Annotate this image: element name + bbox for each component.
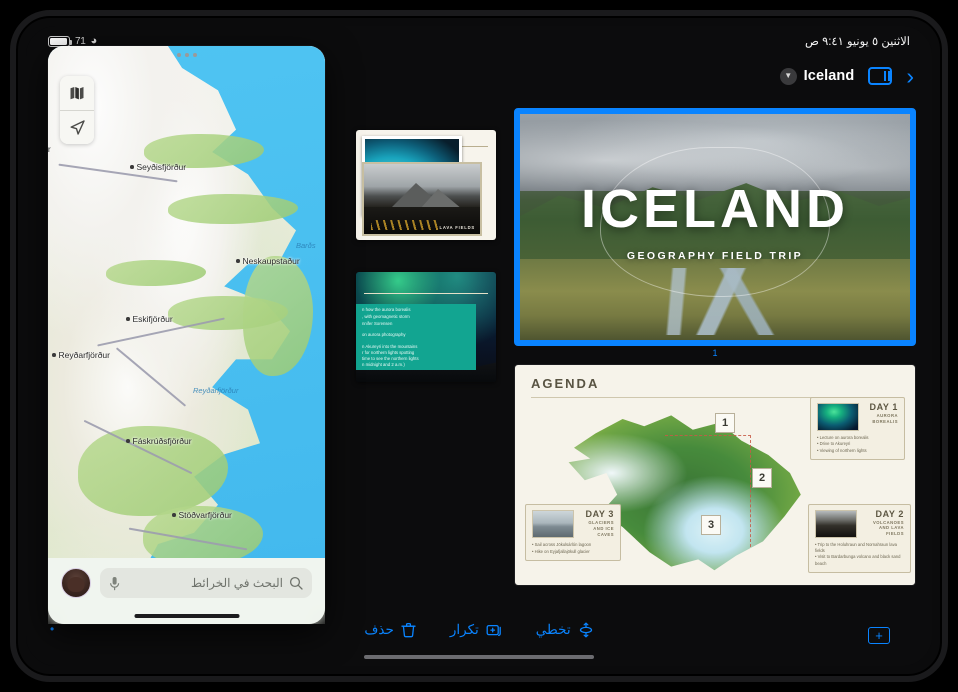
card-day-label: DAY 3 bbox=[585, 509, 614, 520]
duplicate-slide-icon bbox=[486, 624, 501, 637]
map-place-label: Neskaupstaður bbox=[236, 256, 300, 266]
card-bullet: • Visit to Bardarbunga volcano and black… bbox=[815, 554, 901, 566]
glacier-thumbnail bbox=[532, 510, 574, 539]
agenda-title: AGENDA bbox=[531, 376, 600, 391]
battery-icon bbox=[48, 35, 72, 47]
view-options-icon bbox=[868, 67, 893, 85]
skip-slide-icon bbox=[579, 622, 592, 638]
slide-subtitle-text: GEOGRAPHY FIELD TRIP bbox=[626, 249, 804, 262]
document-title-chip[interactable]: ▼ Iceland bbox=[779, 67, 855, 85]
microphone-icon[interactable] bbox=[109, 576, 120, 591]
search-placeholder: البحث في الخرائط bbox=[191, 576, 283, 590]
chevron-down-icon[interactable]: ▼ bbox=[779, 67, 797, 85]
map-type-button[interactable] bbox=[60, 76, 94, 110]
skip-slide-label: تخطي bbox=[535, 622, 571, 637]
map-controls[interactable] bbox=[60, 76, 94, 144]
navigator-slide-lava[interactable]: LAVA FIELDS bbox=[356, 130, 496, 240]
slide-rule bbox=[364, 293, 488, 295]
aurora-line: on aurora photography bbox=[362, 332, 406, 337]
aurora-line: n Akureyri into the mountains bbox=[362, 344, 418, 349]
card-header: DAY 1 AURORA BOREALIS bbox=[817, 402, 898, 431]
aurora-thumbnail bbox=[817, 403, 859, 431]
aurora-line: n how the aurora borealis bbox=[362, 307, 411, 312]
skip-slide-button[interactable]: تخطي bbox=[536, 622, 594, 638]
trash-icon bbox=[401, 622, 416, 638]
agenda-card-day1: DAY 1 AURORA BOREALIS • Lecture on auror… bbox=[810, 397, 905, 460]
stage-slide-agenda[interactable]: AGENDA 1 2 3 DAY 1 AURORA BOREALIS • Lec… bbox=[514, 364, 916, 586]
title-slide-photo: ICELAND GEOGRAPHY FIELD TRIP bbox=[520, 114, 910, 340]
map-pin-1: 1 bbox=[715, 413, 735, 433]
aurora-line: n midnight and 2 a.m.) bbox=[362, 362, 405, 367]
play-presentation-button[interactable]: › bbox=[906, 62, 914, 89]
card-header: DAY 2 VOLCANOES AND LAVA FIELDS bbox=[815, 508, 904, 538]
card-bullet: • Viewing of northern lights bbox=[817, 447, 867, 453]
delete-slide-button[interactable]: حذف bbox=[364, 622, 416, 638]
map-place-label: Eskifjörður bbox=[126, 314, 173, 324]
map-place-label: Fáskrúðsfjörður bbox=[126, 436, 192, 446]
map-place-label: Stöðvarfjörður bbox=[172, 510, 232, 520]
user-avatar[interactable] bbox=[61, 568, 91, 598]
card-subtitle: GLACIERS AND ICE CAVES bbox=[588, 520, 614, 537]
aurora-line: , with geomagnetic storm bbox=[362, 314, 410, 319]
status-bar-datetime: الاثنين ٥ يونيو ٩:٤١ ص bbox=[804, 36, 910, 48]
card-titles: DAY 3 GLACIERS AND ICE CAVES bbox=[579, 510, 614, 538]
card-header: DAY 3 GLACIERS AND ICE CAVES bbox=[532, 510, 614, 539]
agenda-card-day3: DAY 3 GLACIERS AND ICE CAVES • Sail acro… bbox=[525, 504, 621, 561]
search-icon bbox=[289, 576, 303, 590]
navigator-slide-aurora[interactable]: n how the aurora borealis , with geomagn… bbox=[356, 272, 496, 382]
map-edge-label: ir bbox=[48, 144, 51, 154]
grass-texture bbox=[370, 220, 441, 230]
card-bullets: • Sail across Jökulsárlón lagoon • Hike … bbox=[532, 542, 614, 555]
map-pin-2: 2 bbox=[752, 468, 772, 488]
map-place-label: Reyðarfjörður bbox=[52, 350, 110, 360]
lava-thumbnail bbox=[815, 509, 857, 538]
map-surface[interactable]: Seyðisfjörður Neskaupstaður Eskifjörður … bbox=[48, 46, 325, 558]
aurora-line: r for northern lights spotting bbox=[362, 350, 415, 355]
duplicate-slide-label: تكرار bbox=[449, 622, 479, 637]
slide-title-text: ICELAND bbox=[581, 178, 849, 239]
aurora-text-block: n how the aurora borealis , with geomagn… bbox=[356, 304, 476, 370]
document-title: Iceland bbox=[803, 68, 855, 84]
current-location-button[interactable] bbox=[60, 110, 94, 144]
stage-slide-title[interactable]: ICELAND GEOGRAPHY FIELD TRIP bbox=[514, 108, 916, 346]
card-bullet: • Hike on Eyjafjallajökull glacier bbox=[532, 548, 590, 554]
maps-panel-home-indicator bbox=[134, 614, 239, 618]
search-input[interactable]: البحث في الخرائط bbox=[100, 568, 312, 598]
water-label: Reyðarfjörður bbox=[193, 386, 239, 395]
ipad-screen: 71 ◕ الاثنين ٥ يونيو ٩:٤١ ص ▼ Iceland › bbox=[26, 26, 932, 666]
maps-floating-panel[interactable]: Seyðisfjörður Neskaupstaður Eskifjörður … bbox=[48, 46, 325, 624]
card-bullet: • Trip to the Holuhraun and Nornahraun l… bbox=[815, 541, 898, 554]
app-toolbar: ▼ Iceland › bbox=[779, 56, 914, 96]
card-subtitle: VOLCANOES AND LAVA FIELDS bbox=[872, 519, 904, 537]
card-day-label: DAY 1 bbox=[869, 402, 898, 412]
battery-percent: 71 bbox=[75, 35, 86, 47]
card-subtitle: AURORA BOREALIS bbox=[872, 412, 898, 424]
lava-fields-photo: LAVA FIELDS bbox=[362, 162, 482, 236]
duplicate-slide-button[interactable]: تكرار bbox=[450, 622, 502, 638]
current-location-icon bbox=[70, 120, 85, 135]
card-titles: DAY 2 VOLCANOES AND LAVA FIELDS bbox=[862, 508, 904, 538]
corner-indicator: • bbox=[50, 622, 55, 636]
ipad-device-frame: 71 ◕ الاثنين ٥ يونيو ٩:٤١ ص ▼ Iceland › bbox=[10, 10, 948, 682]
aurora-line: nnifer Sorensen bbox=[362, 321, 393, 326]
map-pin-3: 3 bbox=[701, 515, 721, 535]
view-options-button[interactable] bbox=[868, 67, 893, 85]
play-chevron-icon: › bbox=[906, 62, 914, 89]
water-label: Barðs bbox=[296, 241, 316, 250]
home-indicator bbox=[364, 655, 594, 659]
agenda-card-day2: DAY 2 VOLCANOES AND LAVA FIELDS • Trip t… bbox=[808, 503, 911, 573]
delete-slide-label: حذف bbox=[364, 622, 394, 637]
add-slide-button[interactable]: + bbox=[868, 627, 890, 644]
search-right-group: البحث في الخرائط bbox=[191, 576, 303, 590]
aurora-line: time to see the northern lights bbox=[362, 356, 419, 361]
card-day-label: DAY 2 bbox=[875, 508, 904, 519]
lava-caption: LAVA FIELDS bbox=[439, 225, 475, 230]
card-titles: DAY 1 AURORA BOREALIS bbox=[864, 402, 898, 431]
map-place-label: Seyðisfjörður bbox=[130, 162, 186, 172]
map-type-icon bbox=[70, 87, 84, 100]
card-bullets: • Trip to the Holuhraun and Nornahraun l… bbox=[815, 542, 904, 567]
mountain-shape-2 bbox=[419, 188, 462, 209]
card-bullets: • Lecture on aurora borealis • Drive to … bbox=[817, 435, 898, 454]
drag-handle-icon[interactable] bbox=[176, 53, 197, 57]
